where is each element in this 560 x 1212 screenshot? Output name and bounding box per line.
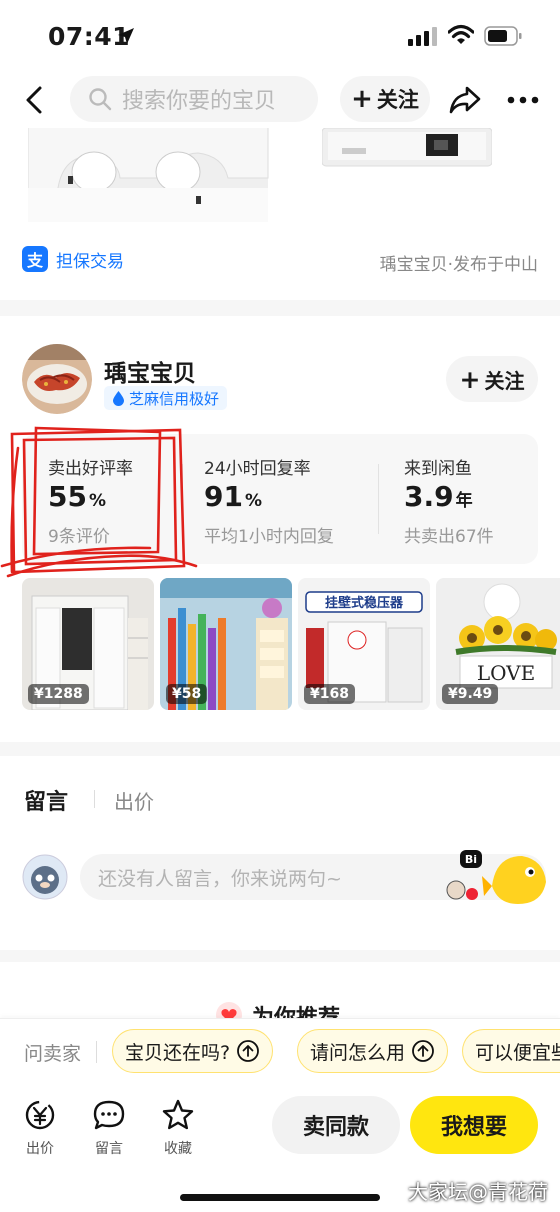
plus-icon: + (351, 84, 373, 114)
mascot-fish-icon: Bi (446, 850, 546, 904)
i-want-button[interactable]: 我想要 (410, 1096, 538, 1154)
seller-avatar[interactable] (22, 344, 92, 414)
cellular-signal-icon (408, 27, 437, 46)
seller-name[interactable]: 瑀宝宝贝 (104, 354, 196, 388)
search-input[interactable]: 搜索你要的宝贝 (70, 76, 318, 122)
wifi-icon (448, 24, 474, 44)
section-divider (0, 300, 560, 316)
location-arrow-icon (118, 28, 134, 44)
seller-item-thumb[interactable]: ¥1288 (22, 578, 154, 710)
ask-seller-label: 问卖家 (24, 1043, 82, 1065)
top-nav-bar: 搜索你要的宝贝 + 关注 (0, 72, 560, 128)
seller-items-strip: ¥1288 ¥58 挂壁式稳压器 ¥168 LOVE ¥9.49 (22, 578, 560, 710)
status-bar: 07:41 (0, 0, 560, 72)
section-divider (0, 950, 560, 962)
more-options-icon[interactable] (506, 86, 540, 114)
seller-item-thumb[interactable]: ¥58 (160, 578, 292, 710)
guarantee-trade-badge[interactable]: 支 担保交易 (22, 246, 124, 272)
quick-separator (96, 1041, 97, 1063)
arrow-up-circle-icon (237, 1040, 259, 1062)
stat-label: 来到闲鱼 (404, 459, 472, 479)
item-price: ¥58 (166, 684, 208, 704)
item-sign-text: LOVE (477, 661, 535, 685)
quick-question-chip[interactable]: 请问怎么用 (297, 1029, 449, 1073)
section-divider (0, 742, 560, 756)
tab-separator (94, 790, 95, 808)
quick-question-chip[interactable]: 可以便宜些吗 (462, 1029, 560, 1073)
arrow-up-circle-icon (412, 1040, 434, 1062)
stat-sub: 9条评价 (48, 527, 110, 547)
chat-bubble-icon (93, 1100, 125, 1130)
watermark: 大家坛@青花荷 (408, 1180, 548, 1204)
item-price: ¥9.49 (442, 684, 499, 704)
seller-stats-panel[interactable]: 卖出好评率 55% 9条评价 24小时回复率 91% 平均1小时内回复 来到闲鱼… (22, 434, 538, 564)
quick-question-chip[interactable]: 宝贝还在吗? (112, 1029, 274, 1073)
product-image-2[interactable] (322, 128, 492, 172)
chip-label: 请问怎么用 (310, 1041, 406, 1064)
chip-label: 宝贝还在吗? (125, 1041, 231, 1064)
stat-value: 55% (48, 480, 107, 513)
svg-text:Bi: Bi (465, 853, 477, 866)
user-avatar (22, 854, 68, 900)
credit-badge[interactable]: 芝麻信用极好 (104, 386, 228, 410)
guarantee-label: 担保交易 (56, 251, 124, 272)
seller-card: 瑀宝宝贝 芝麻信用极好 + 关注 卖出好评率 55% 9条评价 24小时回复率 … (0, 316, 560, 742)
bid-label: 出价 (26, 1141, 54, 1157)
search-placeholder: 搜索你要的宝贝 (122, 89, 277, 114)
tab-comments[interactable]: 留言 (24, 784, 68, 816)
stat-sub: 共卖出67件 (404, 527, 494, 547)
alipay-icon: 支 (22, 246, 48, 272)
stat-divider (378, 464, 379, 534)
favorite-label: 收藏 (164, 1141, 192, 1157)
comments-section: 留言 出价 还没有人留言，你来说两句~ Bi (0, 756, 560, 950)
product-image-gallery[interactable] (0, 128, 560, 224)
yen-bid-icon (25, 1100, 55, 1130)
product-image-1[interactable] (28, 128, 278, 222)
back-arrow-icon[interactable] (22, 84, 48, 116)
stat-value: 91% (204, 480, 263, 513)
item-banner-text: 挂壁式稳压器 (325, 595, 404, 611)
follow-seller-button[interactable]: + 关注 (446, 356, 538, 402)
follow-button-top[interactable]: + 关注 (340, 76, 430, 122)
comment-button[interactable]: 留言 (79, 1098, 139, 1158)
battery-icon (484, 26, 522, 46)
credit-label: 芝麻信用极好 (129, 389, 220, 408)
home-indicator[interactable] (180, 1194, 380, 1201)
item-price: ¥168 (304, 684, 355, 704)
recommend-section: 为你推荐 (0, 962, 560, 1031)
sell-same-button[interactable]: 卖同款 (272, 1096, 400, 1154)
follow-label: 关注 (376, 88, 419, 112)
stat-value: 3.9 年 (404, 480, 473, 513)
stat-sub: 平均1小时内回复 (204, 527, 334, 547)
tab-offers[interactable]: 出价 (114, 786, 154, 815)
chip-label: 可以便宜些吗 (475, 1041, 560, 1064)
item-price: ¥1288 (28, 684, 89, 704)
follow-seller-label: 关注 (484, 368, 525, 393)
bid-button[interactable]: 出价 (10, 1098, 70, 1158)
sesame-credit-icon (113, 391, 124, 406)
plus-icon: + (459, 364, 481, 394)
bottom-toolbar: 出价 留言 收藏 卖同款 我想要 大家坛@青花荷 (0, 1084, 560, 1212)
stat-label: 卖出好评率 (48, 459, 133, 479)
comment-placeholder: 还没有人留言，你来说两句~ (98, 867, 342, 890)
quick-questions-bar: 问卖家 宝贝还在吗? 请问怎么用 可以便宜些吗 (0, 1018, 560, 1084)
item-detail-page: 07:41 搜索你要的宝贝 + 关注 支 担保交易 瑀宝宝贝·发布于中山 瑀宝宝… (0, 0, 560, 1212)
favorite-button[interactable]: 收藏 (148, 1098, 208, 1158)
comment-label: 留言 (95, 1141, 123, 1157)
search-icon (89, 88, 112, 111)
share-icon[interactable] (448, 84, 482, 116)
seller-item-thumb[interactable]: 挂壁式稳压器 ¥168 (298, 578, 430, 710)
seller-item-thumb[interactable]: LOVE ¥9.49 (436, 578, 560, 710)
star-icon (162, 1099, 194, 1130)
stat-divider (182, 464, 183, 534)
publish-info: 瑀宝宝贝·发布于中山 (379, 255, 538, 275)
stat-label: 24小时回复率 (204, 459, 311, 479)
